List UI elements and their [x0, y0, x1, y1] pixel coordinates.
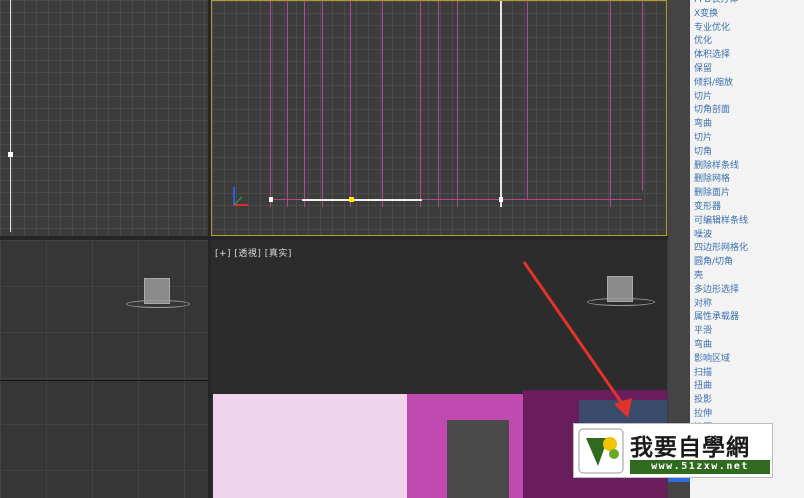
watermark-logo: 我要自學網 www.51zxw.net [573, 423, 773, 478]
watermark-url: www.51zxw.net [630, 460, 770, 474]
logo-icon [578, 428, 624, 474]
watermark-title: 我要自學網 [630, 435, 750, 461]
